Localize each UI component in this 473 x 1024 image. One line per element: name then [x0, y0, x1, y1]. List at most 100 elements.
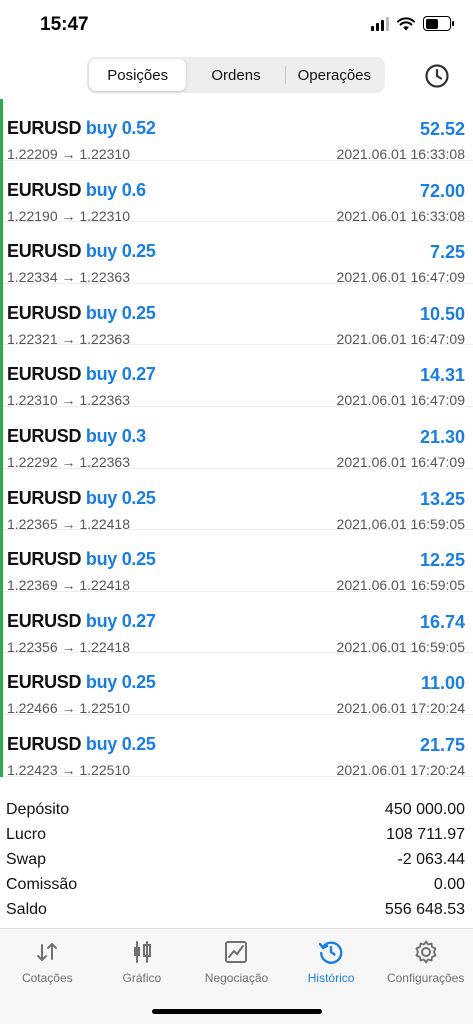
summary-deposit: Depósito 450 000.00 — [0, 797, 473, 822]
trade-row[interactable]: EURUSD buy 0.25 1.22423 → 1.22510 21.75 … — [3, 715, 473, 778]
tab-label: Gráfico — [122, 971, 162, 985]
trade-profit: 72.00 — [419, 180, 465, 201]
summary-commission: Comissão 0.00 — [0, 872, 473, 897]
tab-quotes[interactable]: Cotações — [0, 929, 95, 1024]
trade-row[interactable]: EURUSD buy 0.3 1.22292 → 1.22363 21.30 2… — [3, 407, 473, 470]
trade-side: buy 0.6 — [85, 179, 146, 200]
trades-list: EURUSD buy 0.52 1.22209 → 1.22310 52.52 … — [0, 99, 473, 778]
trade-profit: 21.30 — [419, 426, 465, 447]
summary-profit: Lucro 108 711.97 — [0, 822, 473, 847]
trade-time: 2021.06.01 17:20:24 — [336, 761, 465, 778]
trade-profit: 12.25 — [419, 550, 465, 571]
summary-label: Comissão — [6, 875, 78, 893]
trade-side: buy 0.25 — [85, 241, 156, 262]
trade-prices: 1.22321 → 1.22363 — [7, 330, 130, 347]
trade-symbol: EURUSD — [7, 425, 82, 446]
trade-row[interactable]: EURUSD buy 0.25 1.22466 → 1.22510 11.00 … — [3, 653, 473, 717]
summary-value: 556 648.53 — [384, 900, 465, 918]
trade-row[interactable]: EURUSD buy 0.25 1.22321 → 1.22363 10.50 … — [3, 284, 473, 347]
candlestick-icon — [133, 941, 151, 963]
tab-label: Configurações — [386, 971, 465, 985]
summary-value: 0.00 — [433, 875, 465, 893]
trade-prices: 1.22310 → 1.22363 — [7, 392, 130, 409]
history-clock-icon — [318, 941, 343, 964]
trade-side: buy 0.25 — [85, 487, 156, 508]
trade-prices: 1.22423 → 1.22510 — [7, 761, 130, 778]
trade-side: buy 0.3 — [85, 425, 146, 446]
summary-value: -2 063.44 — [397, 850, 465, 868]
trade-time: 2021.06.01 16:33:08 — [336, 146, 465, 162]
tab-positions[interactable]: Posições — [89, 59, 187, 91]
summary-value: 108 711.97 — [386, 825, 465, 843]
trade-side: buy 0.25 — [85, 302, 156, 323]
trade-profit: 7.25 — [429, 242, 465, 263]
tab-orders[interactable]: Ordens — [187, 59, 284, 91]
trade-side: buy 0.27 — [85, 610, 156, 631]
status-icons — [371, 16, 454, 31]
trade-prices: 1.22369 → 1.22418 — [7, 577, 130, 594]
trade-profit: 10.50 — [419, 303, 465, 324]
trade-side: buy 0.25 — [85, 672, 156, 693]
summary-swap: Swap -2 063.44 — [0, 847, 473, 872]
trade-prices: 1.22466 → 1.22510 — [7, 700, 130, 717]
segmented-control: Posições Ordens Operações — [87, 57, 385, 93]
trade-profit: 13.25 — [419, 488, 465, 509]
history-period-icon[interactable] — [424, 63, 450, 89]
tab-settings[interactable]: Configurações — [378, 929, 473, 1024]
trade-prices: 1.22292 → 1.22363 — [7, 453, 130, 470]
tab-label: Negociação — [204, 971, 269, 985]
trade-profit: 11.00 — [420, 673, 465, 694]
trade-row[interactable]: EURUSD buy 0.25 1.22369 → 1.22418 12.25 … — [3, 530, 473, 594]
trade-time: 2021.06.01 17:20:24 — [336, 700, 465, 717]
trade-row[interactable]: EURUSD buy 0.6 1.22190 → 1.22310 72.00 2… — [3, 161, 473, 224]
trade-profit: 21.75 — [419, 734, 465, 755]
trade-prices: 1.22356 → 1.22418 — [7, 638, 130, 655]
trade-symbol: EURUSD — [7, 302, 82, 323]
trade-time: 2021.06.01 16:33:08 — [336, 207, 465, 224]
trade-side: buy 0.25 — [85, 549, 156, 570]
trade-chart-icon — [225, 941, 248, 963]
trade-time: 2021.06.01 16:47:09 — [336, 453, 465, 470]
trade-side: buy 0.52 — [85, 118, 156, 138]
summary-balance: Saldo 556 648.53 — [0, 897, 473, 922]
summary-value: 450 000.00 — [384, 800, 465, 818]
trade-prices: 1.22334 → 1.22363 — [7, 269, 130, 286]
trade-symbol: EURUSD — [7, 487, 82, 508]
trade-symbol: EURUSD — [7, 672, 82, 693]
tab-operations[interactable]: Operações — [286, 59, 383, 91]
trade-row[interactable]: EURUSD buy 0.27 1.22356 → 1.22418 16.74 … — [3, 592, 473, 655]
quotes-arrows-icon — [37, 943, 58, 961]
trade-prices: 1.22209 → 1.22310 — [7, 146, 130, 162]
home-indicator[interactable] — [152, 1009, 322, 1014]
summary-label: Swap — [6, 850, 47, 868]
trade-row[interactable]: EURUSD buy 0.27 1.22310 → 1.22363 14.31 … — [3, 345, 473, 409]
trade-time: 2021.06.01 16:59:05 — [336, 638, 465, 655]
trade-symbol: EURUSD — [7, 610, 82, 631]
wifi-icon — [397, 16, 415, 30]
cellular-signal-icon — [371, 16, 389, 31]
account-summary: Depósito 450 000.00 Lucro 108 711.97 Swa… — [0, 797, 473, 922]
status-time: 15:47 — [40, 14, 89, 35]
battery-icon — [423, 16, 454, 31]
trade-profit: 14.31 — [419, 365, 465, 386]
trade-row[interactable]: EURUSD buy 0.52 1.22209 → 1.22310 52.52 … — [3, 99, 473, 162]
trade-prices: 1.22190 → 1.22310 — [7, 207, 130, 224]
summary-label: Saldo — [6, 900, 47, 918]
trade-time: 2021.06.01 16:47:09 — [336, 269, 465, 286]
trade-symbol: EURUSD — [7, 549, 82, 570]
trade-symbol: EURUSD — [7, 179, 82, 200]
trade-symbol: EURUSD — [7, 118, 82, 138]
trade-time: 2021.06.01 16:47:09 — [336, 330, 465, 347]
summary-label: Depósito — [6, 800, 70, 818]
trade-symbol: EURUSD — [7, 733, 82, 754]
trade-row[interactable]: EURUSD buy 0.25 1.22365 → 1.22418 13.25 … — [3, 469, 473, 532]
tab-label: Cotações — [21, 971, 73, 985]
summary-label: Lucro — [6, 825, 47, 843]
gear-icon — [415, 940, 437, 964]
trade-symbol: EURUSD — [7, 364, 82, 385]
trade-profit: 52.52 — [419, 119, 465, 139]
trade-row[interactable]: EURUSD buy 0.25 1.22334 → 1.22363 7.25 2… — [3, 222, 473, 286]
trade-time: 2021.06.01 16:59:05 — [336, 577, 465, 594]
trade-symbol: EURUSD — [7, 241, 82, 262]
trade-time: 2021.06.01 16:59:05 — [336, 515, 465, 532]
